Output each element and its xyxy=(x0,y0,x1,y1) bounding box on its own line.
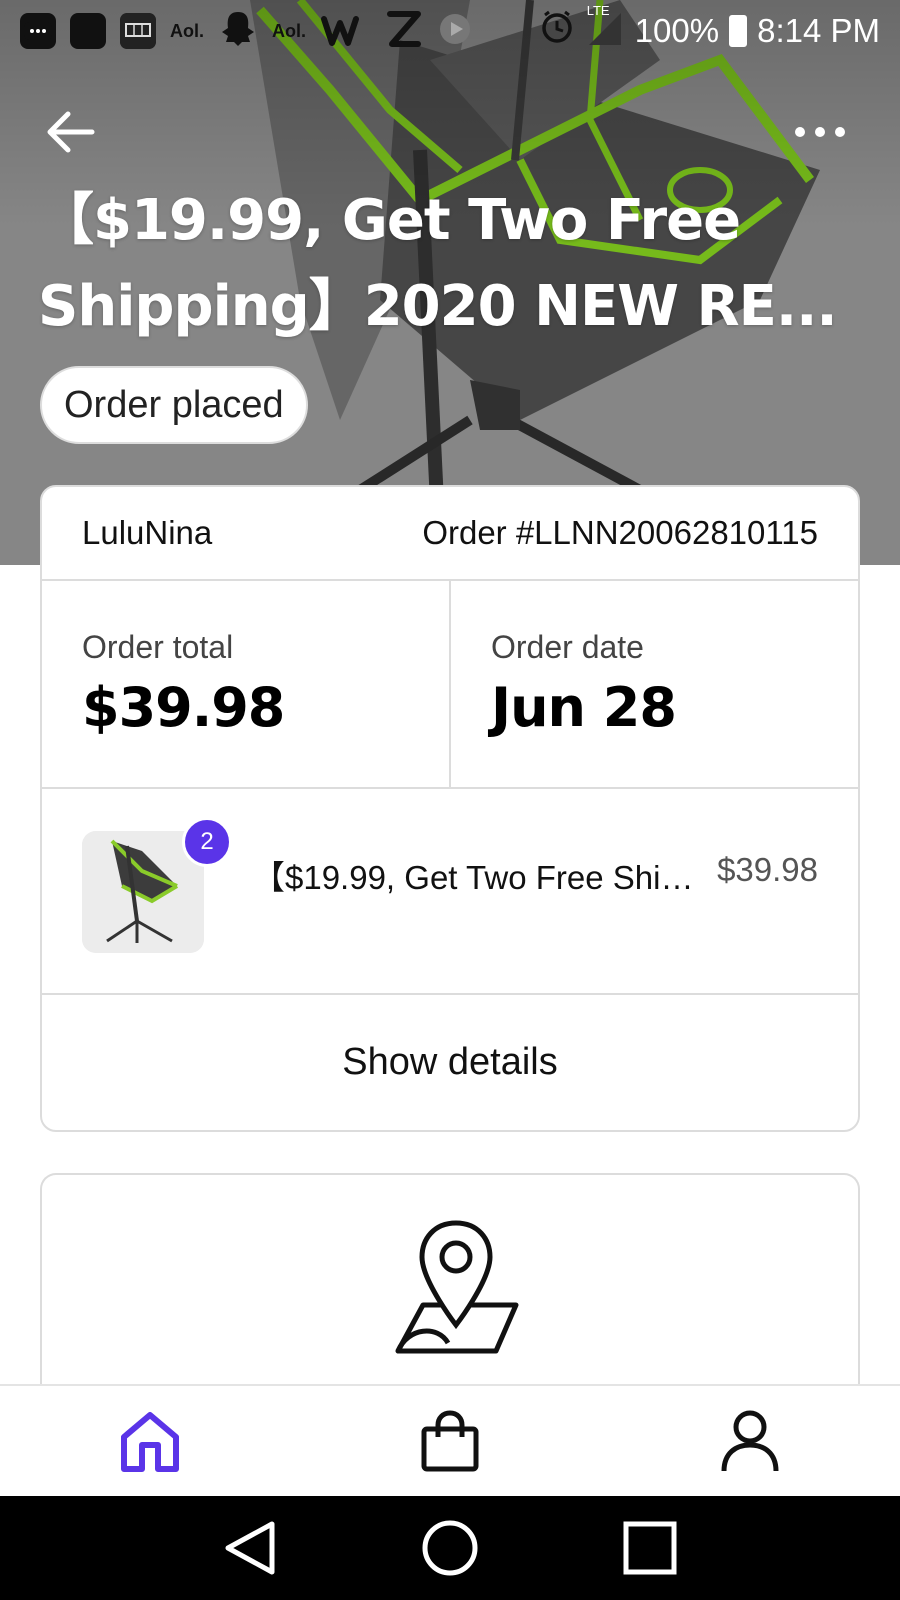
status-bar: Aol. Aol. LTE 100% 8:14 PM xyxy=(0,0,900,62)
app-icon xyxy=(70,13,106,49)
order-status-badge: Order placed xyxy=(40,366,308,444)
nav-home[interactable] xyxy=(0,1386,300,1496)
nav-purchases[interactable] xyxy=(300,1386,600,1496)
back-triangle-icon xyxy=(225,1521,275,1575)
battery-icon xyxy=(729,15,748,47)
item-name: 【$19.99, Get Two Free Shipping】2020 NEW … xyxy=(252,859,706,896)
network-type: LTE xyxy=(586,3,610,18)
order-item-row[interactable]: 【$19.99, Get Two Free Shipping】2020 NEW … xyxy=(42,789,858,995)
order-date-cell: Order date Jun 28 xyxy=(449,581,858,787)
shop-name[interactable]: LuluNina xyxy=(82,514,212,552)
shopping-bag-icon xyxy=(421,1410,479,1472)
map-pin-icon xyxy=(395,1220,519,1354)
more-horizontal-icon xyxy=(795,127,845,137)
notification-icons: Aol. Aol. xyxy=(20,6,472,57)
snapchat-icon xyxy=(218,10,258,53)
battery-percent: 100% xyxy=(634,12,720,49)
item-price: $39.98 xyxy=(717,851,818,888)
order-header-row: LuluNina Order #LLNN20062810115 xyxy=(42,487,858,581)
home-icon xyxy=(121,1412,179,1472)
system-indicators: LTE 100% 8:14 PM xyxy=(539,3,880,55)
order-total-value: $39.98 xyxy=(82,676,285,739)
clock: 8:14 PM xyxy=(757,12,880,49)
more-options-button[interactable] xyxy=(790,104,850,160)
order-date-value: Jun 28 xyxy=(491,676,677,739)
media-icon xyxy=(438,12,472,51)
shipping-card xyxy=(40,1173,860,1413)
signal-icon: LTE xyxy=(585,3,625,55)
order-total-label: Order total xyxy=(82,629,234,665)
recents-square-icon xyxy=(623,1521,677,1575)
alarm-icon xyxy=(539,9,575,53)
home-circle-icon xyxy=(422,1520,478,1576)
order-total-cell: Order total $39.98 xyxy=(42,581,449,787)
system-recents-button[interactable] xyxy=(610,1508,690,1588)
item-quantity-badge: 2 xyxy=(182,817,232,867)
zedge-icon xyxy=(384,6,424,57)
show-details-button[interactable]: Show details xyxy=(42,995,858,1130)
profile-icon xyxy=(721,1410,779,1472)
system-back-button[interactable] xyxy=(210,1508,290,1588)
words-app-icon xyxy=(320,9,370,54)
arrow-left-icon xyxy=(47,111,95,153)
back-button[interactable] xyxy=(40,104,100,160)
order-date-label: Order date xyxy=(491,629,644,665)
show-details-label: Show details xyxy=(342,1041,558,1083)
nav-profile[interactable] xyxy=(600,1386,900,1496)
aol-icon: Aol. xyxy=(272,20,306,41)
order-number: Order #LLNN20062810115 xyxy=(422,514,818,551)
product-title: 【$19.99, Get Two Free Shipping】2020 NEW … xyxy=(38,188,838,339)
system-home-button[interactable] xyxy=(410,1508,490,1588)
bottom-navigation xyxy=(0,1384,900,1496)
system-navigation-bar xyxy=(0,1496,900,1600)
slots-app-icon xyxy=(120,13,156,49)
order-card: LuluNina Order #LLNN20062810115 Order to… xyxy=(40,485,860,1132)
aol-icon: Aol. xyxy=(170,20,204,41)
order-summary-row: Order total $39.98 Order date Jun 28 xyxy=(42,581,858,789)
more-icon xyxy=(20,13,56,49)
